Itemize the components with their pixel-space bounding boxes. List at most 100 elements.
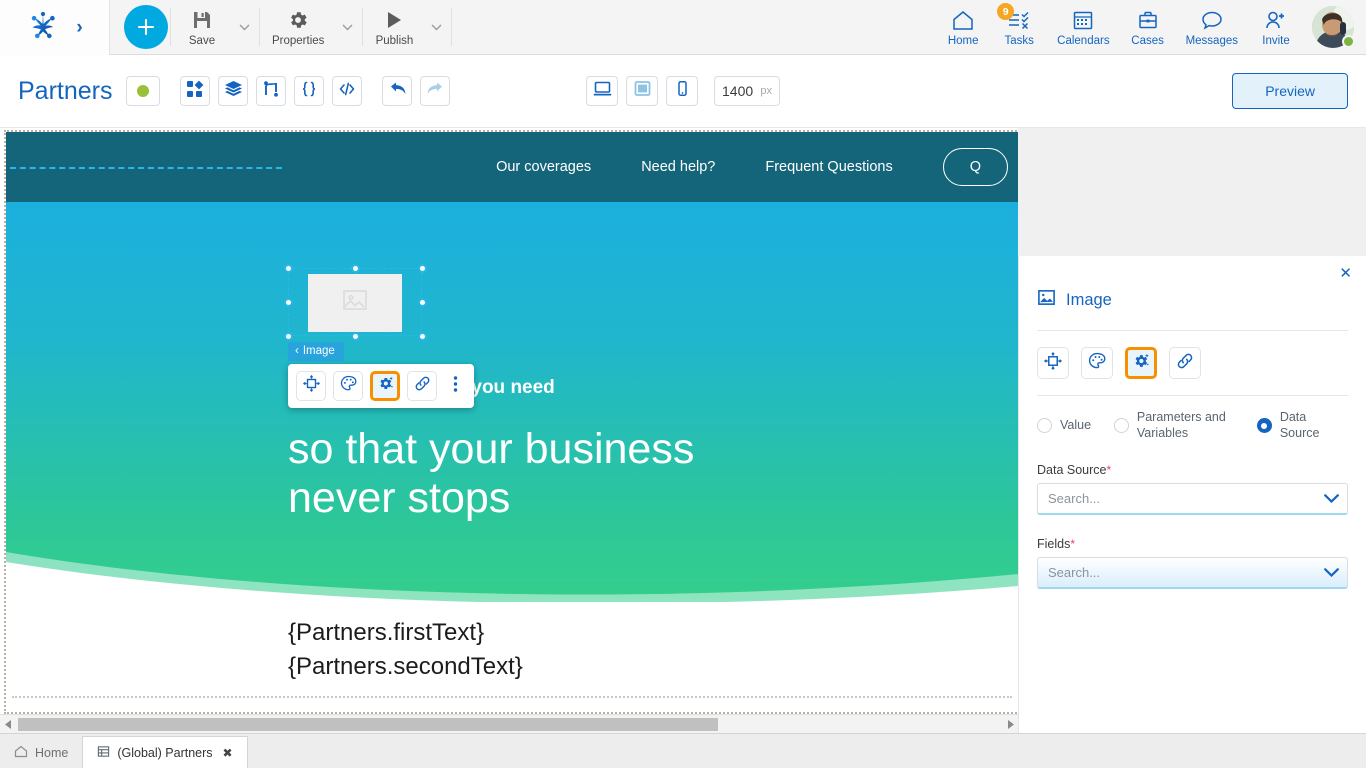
main-toolbar: › Save Properties Publish Home 9 Tasks C… [0,0,1366,55]
radio-option-datasource[interactable]: Data Source [1256,410,1348,441]
radio-option-value[interactable]: Value [1037,418,1114,434]
tokens-section[interactable]: {Partners.firstText} {Partners.secondTex… [6,602,1018,712]
resize-handle-n[interactable] [350,263,360,273]
radio-option-parameters[interactable]: Parameters and Variables [1113,410,1257,441]
fields-placeholder: Search... [1048,565,1101,581]
components-button[interactable] [180,76,211,106]
avatar[interactable] [1312,6,1355,48]
taskbar-tab-partners[interactable]: (Global) Partners ✖ [82,736,248,768]
nav-home[interactable]: Home [935,1,991,53]
resize-handle-ne[interactable] [417,263,427,273]
hero-headline-line2[interactable]: never stops [288,474,694,523]
redo-button[interactable] [420,76,451,106]
chat-bubble-icon [1200,7,1224,31]
panel-style-button[interactable] [1081,347,1113,379]
canvas-area[interactable]: Our coverages Need help? Frequent Questi… [0,128,1018,733]
panel-divider-top [1037,330,1348,331]
panel-settings-button[interactable] [1125,347,1157,379]
page-status-button[interactable] [126,76,161,106]
float-style-button[interactable] [333,371,363,401]
device-tablet-button[interactable] [626,76,658,106]
viewport-width-input[interactable]: 1400 px [714,76,780,106]
viewport-width-value: 1400 [722,83,754,99]
resize-handle-se[interactable] [417,331,427,341]
device-mobile-button[interactable] [666,76,698,106]
scrollbar-thumb[interactable] [18,717,718,731]
device-desktop-button[interactable] [586,76,618,106]
preview-button[interactable]: Preview [1232,73,1348,109]
selection-type-tag[interactable]: ‹ Image [288,342,344,361]
fields-select[interactable]: Search... [1037,557,1348,590]
required-asterisk: * [1106,463,1112,478]
resize-handle-s[interactable] [350,331,360,341]
data-source-select[interactable]: Search... [1037,483,1348,516]
save-button[interactable]: Save [173,2,231,53]
editor-body: Our coverages Need help? Frequent Questi… [0,128,1366,768]
publish-label: Publish [375,34,414,47]
redo-arrow-icon [426,81,445,102]
hero-headline-line1[interactable]: so that your business [288,425,694,474]
scroll-left-arrow[interactable] [0,715,16,734]
add-button[interactable] [124,5,168,49]
gear-sparkle-icon [377,375,394,397]
float-more-button[interactable] [444,371,466,401]
selection-type-tag-label: Image [302,345,335,357]
tokens-block: {Partners.firstText} {Partners.secondTex… [288,616,523,683]
briefcase-icon [1137,7,1159,31]
fields-field-label: Fields* [1037,537,1348,551]
panel-link-button[interactable] [1169,347,1201,379]
publish-dropdown-caret[interactable] [423,2,449,53]
splash-logo-icon[interactable] [26,10,60,44]
calendar-icon [1072,7,1094,31]
close-icon[interactable]: ✖ [223,746,233,760]
layers-button[interactable] [218,76,249,106]
avatar-status-indicator [1342,35,1355,48]
site-nav-link-1[interactable]: Need help? [641,159,715,175]
token-line-0[interactable]: {Partners.firstText} [288,616,523,650]
code-button[interactable] [332,76,363,106]
resize-handle-nw[interactable] [283,263,293,273]
site-header-section[interactable]: Our coverages Need help? Frequent Questi… [6,132,1018,202]
nav-calendars[interactable]: Calendars [1047,1,1119,53]
resize-handle-e[interactable] [417,297,427,307]
viewport-width-unit: px [760,85,772,97]
chevron-right-icon[interactable]: › [76,18,82,37]
token-line-1[interactable]: {Partners.secondText} [288,650,523,684]
nav-invite-label: Invite [1262,35,1290,47]
panel-move-button[interactable] [1037,347,1069,379]
flow-button[interactable] [256,76,287,106]
undo-button[interactable] [382,76,413,106]
float-settings-button[interactable] [370,371,400,401]
nav-messages[interactable]: Messages [1176,1,1248,53]
panel-divider-mid [1037,395,1348,396]
resize-handle-w[interactable] [283,297,293,307]
properties-button[interactable]: Properties [262,2,334,53]
close-icon[interactable]: ✕ [1339,266,1352,281]
code-tags-icon [338,80,356,103]
viewport-tools: 1400 px [586,76,780,106]
hero-section[interactable]: We have everything you need so that your… [6,202,1018,602]
scrollbar-track[interactable] [16,715,1002,734]
publish-button[interactable]: Publish [365,2,423,53]
nav-cases[interactable]: Cases [1120,1,1176,53]
nav-tasks[interactable]: 9 Tasks [991,1,1047,53]
save-dropdown-caret[interactable] [231,2,257,53]
site-nav-link-2[interactable]: Frequent Questions [765,159,892,175]
float-link-button[interactable] [407,371,437,401]
float-move-button[interactable] [296,371,326,401]
site-quote-button[interactable]: Q [942,148,1008,186]
resize-handle-sw[interactable] [283,331,293,341]
properties-dropdown-caret[interactable] [334,2,360,53]
site-nav-link-0[interactable]: Our coverages [496,159,591,175]
selection-bounding-box [288,268,422,336]
chevron-left-icon: ‹ [295,345,299,357]
nav-messages-label: Messages [1185,35,1238,47]
home-icon [951,7,975,31]
nav-invite[interactable]: Invite [1248,1,1304,53]
variables-button[interactable] [294,76,325,106]
radio-indicator [1037,418,1052,434]
scroll-right-arrow[interactable] [1002,715,1018,734]
canvas-horizontal-scrollbar[interactable] [0,714,1018,733]
taskbar-tab-home[interactable]: Home [0,737,82,768]
canvas-page[interactable]: Our coverages Need help? Frequent Questi… [4,130,1018,733]
